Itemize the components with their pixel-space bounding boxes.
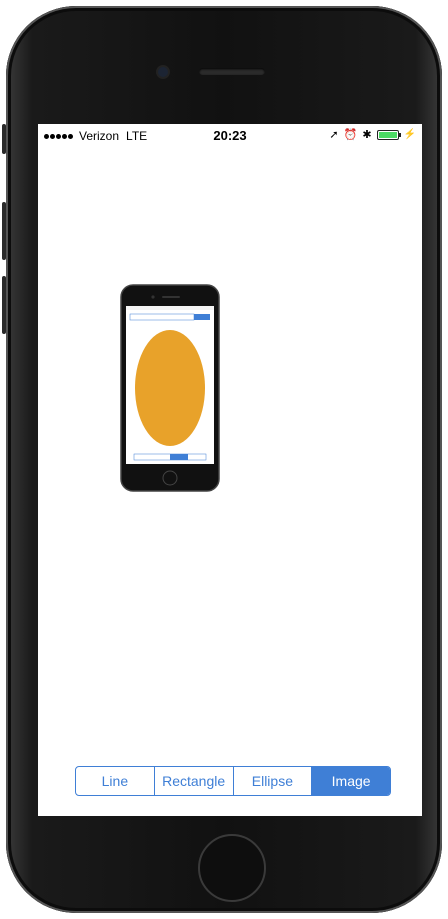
segment-rectangle[interactable]: Rectangle (155, 767, 234, 795)
mini-ellipse (135, 330, 205, 446)
mini-speaker (162, 296, 180, 298)
segment-image[interactable]: Image (312, 767, 390, 795)
alarm-icon: ⏰ (343, 129, 358, 141)
status-icons: ➚ ⏰ ✱ ⚡ (329, 128, 416, 141)
battery-icon (376, 129, 401, 140)
status-bar: Verizon LTE 20:23 ➚ ⏰ ✱ ⚡ (38, 124, 422, 146)
earpiece-speaker (199, 68, 265, 75)
location-icon: ➚ (329, 129, 339, 141)
charging-icon: ⚡ (403, 129, 416, 140)
segment-ellipse[interactable]: Ellipse (234, 767, 313, 795)
screen: Verizon LTE 20:23 ➚ ⏰ ✱ ⚡ Line Rectangle… (38, 124, 422, 816)
front-camera (158, 67, 168, 77)
home-button[interactable] (198, 834, 266, 902)
shape-segmented-control[interactable]: Line Rectangle Ellipse Image (75, 766, 391, 796)
volume-up-button (2, 202, 6, 260)
mini-status-bar (126, 306, 214, 310)
volume-down-button (2, 276, 6, 334)
mute-switch (2, 124, 6, 154)
drawn-image (120, 284, 220, 492)
phone-frame: Verizon LTE 20:23 ➚ ⏰ ✱ ⚡ Line Rectangle… (2, 6, 442, 913)
segment-line[interactable]: Line (76, 767, 155, 795)
mini-camera (151, 295, 155, 299)
bluetooth-icon: ✱ (362, 129, 372, 141)
